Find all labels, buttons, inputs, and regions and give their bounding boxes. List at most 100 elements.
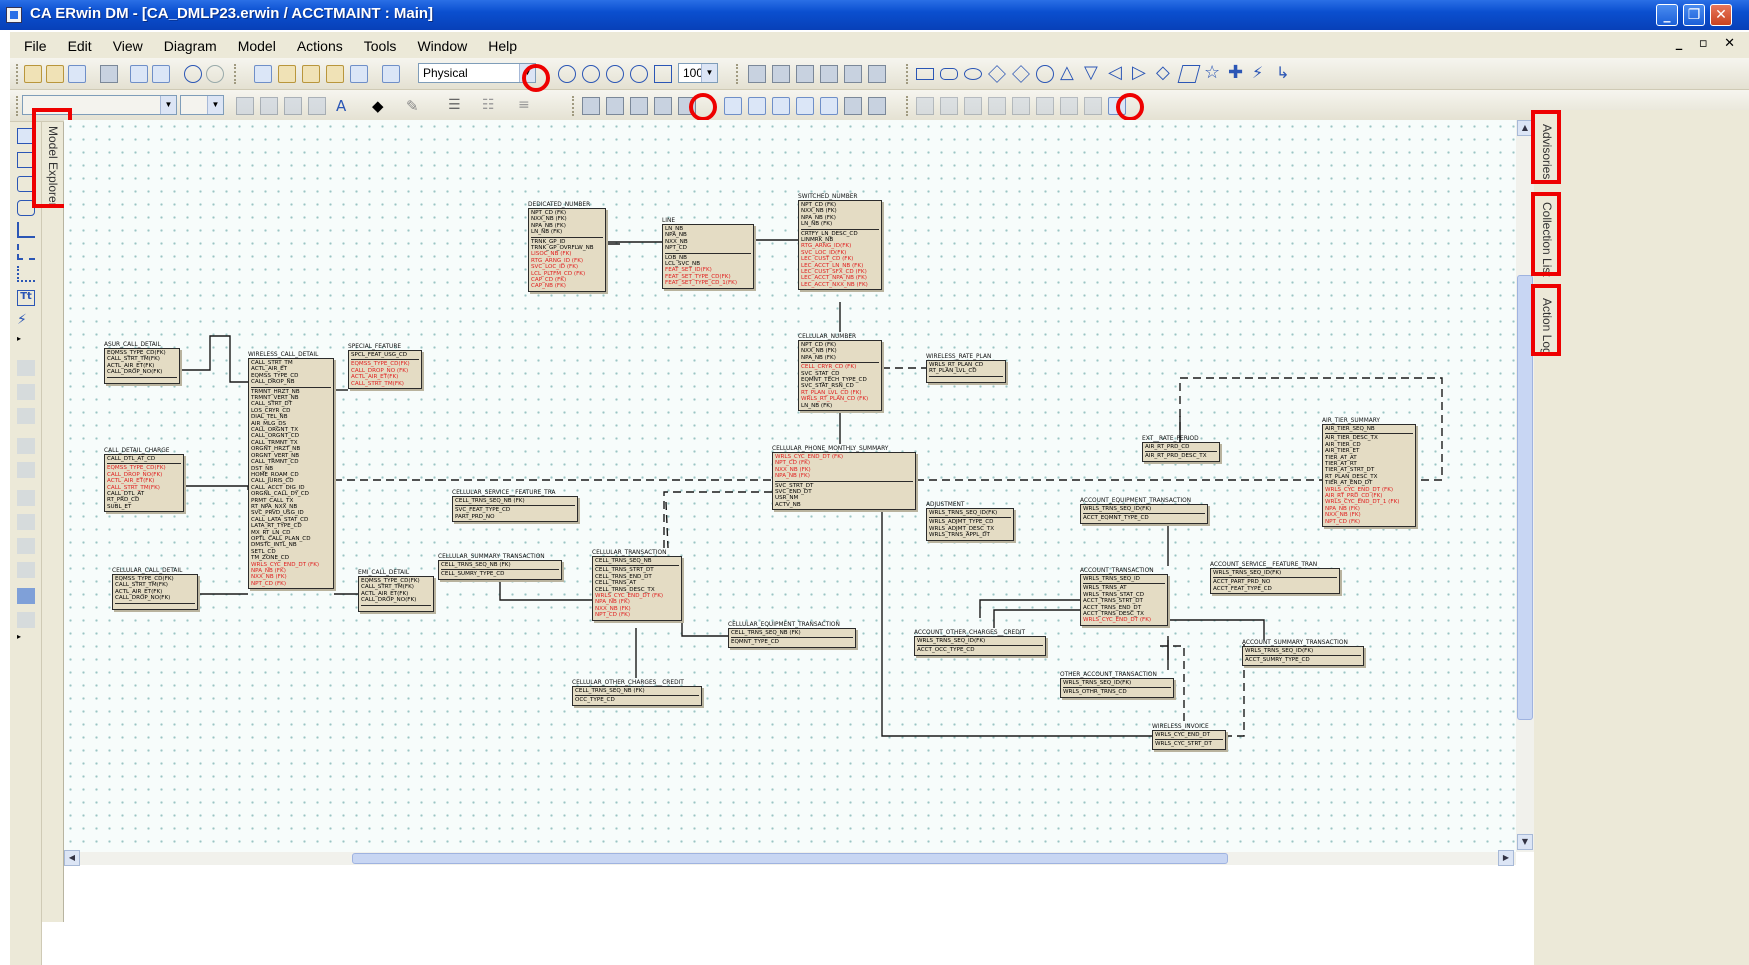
key-attribute[interactable]: CALL_DROP_NB [251, 379, 331, 385]
entity-box[interactable]: WRLS_TRNS_SEQ_ID(FK) WRLS_OTHR_TRNS_CD [1060, 678, 1174, 698]
star-icon[interactable]: ☆ [1204, 64, 1222, 83]
entity-cellcall[interactable]: CELLULAR_CALL_DETAIL EQMSS_TYPE_CD(FK) CAL… [112, 566, 198, 610]
relationship-line[interactable] [665, 501, 669, 549]
align-top-icon[interactable] [988, 97, 1006, 115]
menu-actions[interactable]: Actions [283, 32, 350, 54]
entity-dedicated[interactable]: DEDICATED_NUMBER NPT_CD (FK) NXX_NB (FK) NP… [528, 200, 606, 292]
entity-box[interactable]: EQMSS_TYPE_CD(FK) CALL_STRT_TM(FK) ACTL_AI… [104, 348, 180, 384]
entity-box[interactable]: CELL_TRNS_SEQ_NB CELL_TRNS_STRT_DT CELL_TR… [592, 556, 682, 621]
mdi-window-controls[interactable]: _ ▫ ✕ [1676, 36, 1741, 51]
toolbar-grip[interactable] [16, 96, 19, 116]
attribute[interactable]: CELL_SUMRY_TYPE_CD [441, 571, 559, 577]
menu-view[interactable]: View [99, 32, 150, 54]
key-attribute[interactable]: WRLS_TRNS_SEQ_ID(FK) [917, 638, 1043, 644]
entity-box[interactable]: CELL_TRNS_SEQ_NB (FK) SVC_FEAT_TYPE_CD PAR… [452, 496, 578, 523]
entity-asur[interactable]: ASUR_CALL_DETAIL EQMSS_TYPE_CD(FK) CALL_ST… [104, 340, 180, 384]
entity-box[interactable]: CALL_DTL_AT_CD EQMSS_TYPE_CD(FK) CALL_DROP… [104, 454, 184, 513]
key-attribute[interactable]: WRLS_TRNS_SEQ_ID(FK) [1213, 570, 1337, 576]
attribute[interactable]: WRLS_OTHR_TRNS_CD [1063, 689, 1171, 695]
key-attribute[interactable]: CELL_TRNS_SEQ_NB (FK) [455, 498, 575, 504]
line-style-icon[interactable]: ☷ [482, 97, 500, 115]
attribute[interactable]: LN_NB (FK) [801, 403, 879, 409]
ellipse-icon[interactable] [964, 68, 982, 80]
find-icon[interactable] [130, 65, 148, 83]
palette-more-icon[interactable]: ▸ [17, 334, 35, 350]
attribute[interactable]: ACCT_SUMRY_TYPE_CD [1245, 657, 1361, 663]
triangle-down-icon[interactable]: ▽ [1084, 64, 1102, 83]
attribute[interactable]: NPT_CD (FK) [595, 612, 679, 618]
attribute[interactable]: EQMSS_TYPE_CD(FK) [351, 361, 419, 367]
attribute[interactable]: WRLS_TRNS_APPL_DT [929, 532, 1011, 538]
text-tool-icon[interactable]: Tt [17, 290, 35, 306]
entity-adjust[interactable]: ADJUSTMENT WRLS_TRNS_SEQ_ID(FK) WRLS_ADJMT… [926, 500, 1014, 541]
entity-box[interactable]: AIR_RT_PRD_CD AIR_RT_PRD_DESC_TX [1142, 442, 1220, 462]
model-sources-icon[interactable] [820, 97, 838, 115]
copy-icon[interactable] [17, 562, 35, 578]
align-left-icon[interactable] [916, 97, 934, 115]
distribute-vertical-icon[interactable] [1084, 97, 1102, 115]
attribute[interactable]: LEC_ACCT_NXX_NB (FK) [801, 282, 879, 288]
entity-box[interactable]: WRLS_RT_PLAN_CD RT_PLAN_LVL_CD [926, 360, 1006, 383]
relationship-line[interactable] [979, 599, 1080, 618]
key-attribute[interactable]: WRLS_TRNS_SEQ_ID(FK) [1063, 680, 1171, 686]
entity-box[interactable]: LN_NB NPA_NB NXX_NB NPT_CD LOB_NB LCL_SVC_NB F… [662, 224, 754, 289]
attribute[interactable]: WRLS_CYC_STRT_DT [1155, 741, 1223, 747]
key-attribute[interactable]: WRLS_TRNS_SEQ_ID(FK) [1245, 648, 1361, 654]
entity-cellother[interactable]: CELLULAR_OTHER_CHARGES__CREDIT CELL_TRNS_… [572, 678, 702, 706]
align-bottom-icon[interactable] [1036, 97, 1054, 115]
entity-box[interactable]: WRLS_TRNS_SEQ_ID(FK) ACCT_PART_PRD_NO ACCT… [1210, 568, 1340, 595]
align-right-icon[interactable] [964, 97, 982, 115]
distribute-horizontal-icon[interactable] [1060, 97, 1078, 115]
key-attribute[interactable]: LN_NB (FK) [531, 229, 603, 235]
entity-wcall[interactable]: WIRELESS_CALL_DETAIL CALL_STRT_TM ACTL_AIR… [248, 350, 334, 590]
entity-box[interactable]: CELL_TRNS_SEQ_NB (FK) OCC_TYPE_CD [572, 686, 702, 706]
entity-cdcharge[interactable]: CALL_DETAIL_CHARGE CALL_DTL_AT_CD EQMSS_TY… [104, 446, 184, 513]
model-icon[interactable] [254, 65, 272, 83]
find-replace-icon[interactable] [152, 65, 170, 83]
hexagon-icon[interactable] [1012, 65, 1030, 83]
align-middle-icon[interactable] [1012, 97, 1030, 115]
align-center-icon[interactable] [940, 97, 958, 115]
circle-icon[interactable] [1036, 65, 1054, 83]
relationship-line[interactable] [499, 582, 592, 601]
scroll-left-icon[interactable]: ◀ [64, 850, 80, 866]
entity-ext[interactable]: EXT__RATE_PERIOD AIR_RT_PRD_CD AIR_RT_PRD_… [1142, 434, 1220, 462]
rounded-rectangle-icon[interactable] [940, 68, 958, 80]
entity-box[interactable]: WRLS_CYC_END_DT (FK) NPT_CD (FK) NXX_NB (F… [772, 452, 916, 511]
toolbar-grip[interactable] [736, 64, 739, 84]
toolbar-grip[interactable] [906, 64, 909, 84]
save-icon[interactable] [68, 65, 86, 83]
menu-help[interactable]: Help [474, 32, 524, 54]
orthogonal-icon[interactable] [654, 97, 672, 115]
key-attribute[interactable]: NPT_CD [665, 245, 751, 251]
attribute[interactable]: ACCT_EQMNT_TYPE_CD [1083, 515, 1205, 521]
parallelogram-icon[interactable] [1177, 65, 1201, 83]
key-attribute[interactable]: CALL_DROP_NO(FK) [361, 597, 431, 603]
attribute[interactable]: OCC_TYPE_CD [575, 697, 699, 703]
lightning-icon[interactable]: ⚡ [1252, 65, 1270, 83]
minimize-button[interactable]: _ [1656, 4, 1678, 26]
storage-icon[interactable] [17, 438, 35, 454]
entity-accteq[interactable]: ACCOUNT_EQUIPMENT_TRANSACTION WRLS_TRNS_S… [1080, 496, 1208, 524]
entity-box[interactable]: CALL_STRT_TM ACTL_AIR_ET EQMSS_TYPE_CD CALL… [248, 358, 334, 590]
partition-icon[interactable] [17, 490, 35, 506]
entity-box[interactable]: WRLS_CYC_END_DT WRLS_CYC_STRT_DT [1152, 730, 1226, 750]
forward-engineer-icon[interactable] [748, 97, 766, 115]
menu-tools[interactable]: Tools [350, 32, 404, 54]
key-attribute[interactable]: WRLS_TRNS_SEQ_ID(FK) [929, 510, 1011, 516]
attribute[interactable]: CAP_NB (FK) [531, 283, 603, 289]
key-attribute[interactable]: CELL_TRNS_SEQ_NB [595, 558, 679, 564]
entity-special[interactable]: SPECIAL_FEATURE SPCL_FEAT_USG_CD EQMSS_TYP… [348, 342, 422, 390]
rhombus-icon[interactable]: ◇ [1156, 64, 1174, 83]
key-attribute[interactable]: WRLS_CYC_END_DT [1155, 732, 1223, 738]
group-icon[interactable] [17, 612, 35, 628]
entity-cellsum[interactable]: CELLULAR_SUMMARY_TRANSACTION CELL_TRNS_SE… [438, 552, 562, 580]
entity-icon[interactable] [748, 65, 766, 83]
triangle-right-icon[interactable]: ▷ [1132, 64, 1150, 83]
palette-more-icon[interactable]: ▸ [17, 632, 35, 648]
gear-icon[interactable] [17, 514, 35, 530]
key-attribute[interactable]: AIR_TIER_SEQ_NB [1325, 426, 1413, 432]
attribute[interactable]: NPT_CD (FK) [251, 581, 331, 587]
identifying-relationship-icon[interactable] [17, 222, 35, 238]
entity-cellnum[interactable]: CELLULAR_NUMBER NPT_CD (FK) NXX_NB (FK) NPA… [798, 332, 882, 412]
